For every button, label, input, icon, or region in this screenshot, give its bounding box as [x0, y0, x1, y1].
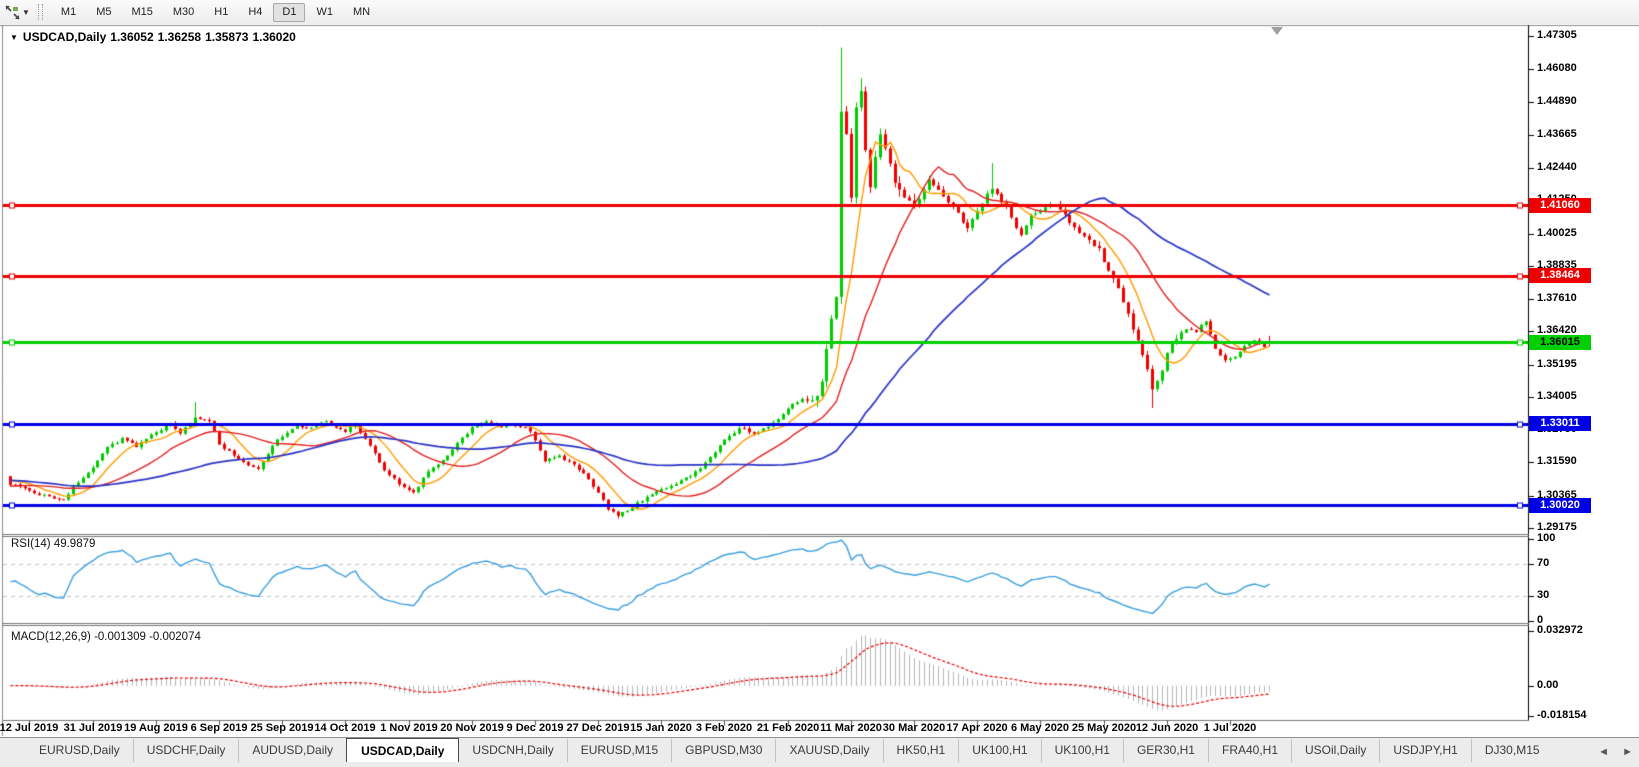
- timeframe-button-h1[interactable]: H1: [205, 3, 237, 22]
- macd-indicator-label: MACD(12,26,9) -0.001309 -0.002074: [11, 631, 201, 643]
- ohlc-close: 1.36020: [252, 30, 296, 44]
- rsi-scale-label: 70: [1537, 556, 1550, 569]
- price-level-tag: 1.38464: [1529, 268, 1591, 284]
- price-tick-label: 1.43665: [1537, 127, 1577, 140]
- date-label: 20 Nov 2019: [440, 722, 504, 734]
- tab-usdcad-daily[interactable]: USDCAD,Daily: [346, 738, 460, 762]
- tab-xauusd-daily[interactable]: XAUUSD,Daily: [775, 739, 882, 762]
- price-tick-label: 1.42440: [1537, 161, 1577, 174]
- terminal-window: ▼ M1 M5 M15 M30 H1 H4 D1 W1 MN ▼ USDCAD,Daily 1.36…: [0, 0, 1639, 767]
- timeframe-button-d1[interactable]: D1: [273, 2, 306, 22]
- tab-uk100-h1[interactable]: UK100,H1: [958, 739, 1040, 762]
- tab-usdjpy-h1[interactable]: USDJPY,H1: [1379, 739, 1470, 762]
- timeframe-button-m30[interactable]: M30: [164, 3, 203, 22]
- rsi-scale-label: 30: [1537, 589, 1550, 602]
- timeframe-button-mn[interactable]: MN: [344, 3, 379, 22]
- tab-audusd-daily[interactable]: AUDUSD,Daily: [238, 739, 346, 762]
- macd-scale-label: 0.032972: [1537, 624, 1583, 637]
- date-label: 9 Dec 2019: [506, 722, 564, 734]
- tab-ger30-h1[interactable]: GER30,H1: [1122, 739, 1208, 762]
- macd-scale-label: -0.018154: [1537, 708, 1587, 721]
- date-label: 31 Jul 2019: [63, 722, 123, 734]
- price-tick-label: 1.37610: [1537, 292, 1577, 305]
- date-label: 27 Dec 2019: [566, 722, 630, 734]
- tab-dj30-m15[interactable]: DJ30,M15: [1470, 739, 1553, 762]
- tab-scroll-controls: ◄ ►: [1588, 746, 1633, 758]
- date-label: 3 Feb 2020: [695, 722, 753, 734]
- date-label: 21 Feb 2020: [756, 722, 820, 734]
- date-label: 6 May 2020: [1010, 722, 1070, 734]
- timeframe-toolbar: M1 M5 M15 M30 H1 H4 D1 W1 MN: [51, 2, 380, 22]
- date-label: 25 May 2020: [1071, 722, 1137, 734]
- price-tick-label: 1.47305: [1537, 29, 1577, 41]
- tab-gbpusd-m30[interactable]: GBPUSD,M30: [671, 739, 775, 762]
- rsi-indicator-label: RSI(14) 49.9879: [11, 538, 96, 550]
- date-label: 1 Nov 2019: [380, 722, 438, 734]
- date-label: 19 Aug 2019: [124, 722, 188, 734]
- chevron-down-icon[interactable]: ▼: [22, 8, 30, 17]
- date-label: 17 Apr 2020: [946, 722, 1008, 734]
- top-toolbar: ▼ M1 M5 M15 M30 H1 H4 D1 W1 MN: [0, 0, 1639, 24]
- chart-tabs: EURUSD,Daily USDCHF,Daily AUDUSD,Daily USDC…: [26, 738, 1553, 762]
- chart-symbol-label: USDCAD,Daily: [22, 30, 107, 44]
- cursor-arrows-glyph: [4, 4, 20, 20]
- date-label: 25 Sep 2019: [250, 722, 314, 734]
- chart-ohlc-line: ▼ USDCAD,Daily 1.36052 1.36258 1.35873 1.3602…: [10, 30, 300, 44]
- chart-shift-marker-icon[interactable]: [1271, 27, 1283, 35]
- toolbar-grip[interactable]: [37, 4, 43, 20]
- date-label: 1 Jul 2020: [1203, 722, 1257, 734]
- price-tick-label: 1.44890: [1537, 94, 1577, 107]
- date-label: 12 Jul 2019: [0, 722, 59, 734]
- tab-fra40-h1[interactable]: FRA40,H1: [1207, 739, 1291, 762]
- macd-scale-label: 0.00: [1537, 678, 1559, 691]
- tabs-scroll-left-icon[interactable]: ◄: [1598, 746, 1609, 758]
- timeframe-button-w1[interactable]: W1: [307, 3, 342, 22]
- timeframe-button-m15[interactable]: M15: [122, 3, 161, 22]
- tab-usoil-daily[interactable]: USOil,Daily: [1291, 739, 1379, 762]
- price-level-tag: 1.36015: [1529, 334, 1591, 350]
- date-label: 12 Jun 2020: [1135, 722, 1199, 734]
- ohlc-low: 1.35873: [205, 30, 249, 44]
- rsi-scale-label: 100: [1537, 532, 1556, 544]
- price-tick-label: 1.31590: [1537, 455, 1577, 468]
- price-chart-canvas[interactable]: [0, 0, 1639, 767]
- ohlc-high: 1.36258: [157, 30, 202, 44]
- timeframe-button-h4[interactable]: H4: [239, 3, 271, 22]
- tab-eurusd-m15[interactable]: EURUSD,M15: [566, 739, 671, 762]
- date-label: 11 Mar 2020: [820, 722, 882, 734]
- tab-eurusd-daily[interactable]: EURUSD,Daily: [26, 739, 133, 762]
- timeframe-button-m1[interactable]: M1: [52, 3, 85, 22]
- tab-usdchf-daily[interactable]: USDCHF,Daily: [132, 739, 239, 762]
- timeframe-button-m5[interactable]: M5: [87, 3, 120, 22]
- price-level-tag: 1.33011: [1529, 416, 1591, 432]
- tab-hk50-h1[interactable]: HK50,H1: [882, 739, 959, 762]
- price-tick-label: 1.40025: [1537, 226, 1577, 239]
- tab-uk100-h1[interactable]: UK100,H1: [1040, 739, 1123, 762]
- tabs-scroll-right-icon[interactable]: ►: [1622, 746, 1633, 758]
- price-level-tag: 1.30020: [1529, 497, 1591, 513]
- date-label: 15 Jan 2020: [630, 722, 692, 734]
- price-tick-label: 1.46080: [1537, 62, 1577, 75]
- date-label: 14 Oct 2019: [314, 722, 376, 734]
- ohlc-open: 1.36052: [110, 30, 154, 44]
- price-level-tag: 1.41060: [1529, 197, 1591, 213]
- chart-cursor-icon[interactable]: [2, 3, 22, 21]
- date-label: 6 Sep 2019: [190, 722, 248, 734]
- date-label: 30 Mar 2020: [882, 722, 946, 734]
- price-tick-label: 1.34005: [1537, 389, 1577, 402]
- symbol-dropdown-icon[interactable]: ▼: [10, 33, 18, 42]
- price-tick-label: 1.35195: [1537, 357, 1577, 370]
- tab-usdcnh-daily[interactable]: USDCNH,Daily: [459, 739, 566, 762]
- chart-tab-bar: EURUSD,Daily USDCHF,Daily AUDUSD,Daily USDC…: [0, 737, 1639, 767]
